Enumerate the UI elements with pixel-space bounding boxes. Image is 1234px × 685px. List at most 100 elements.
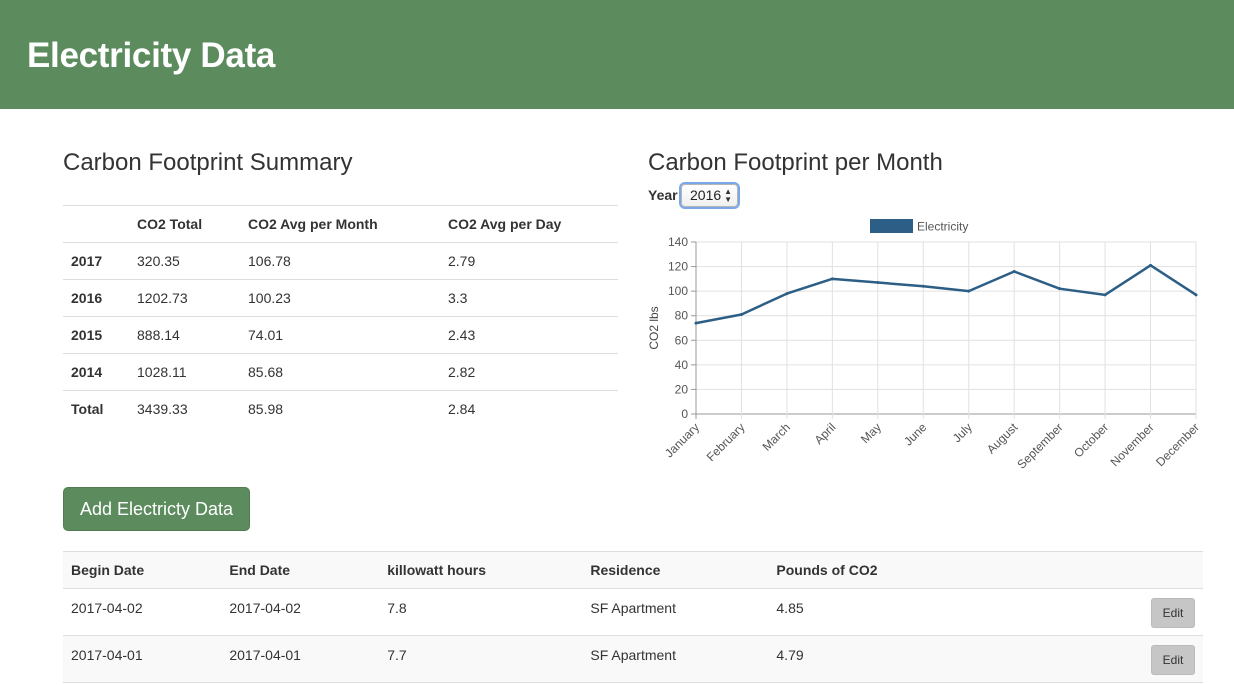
y-tick-label: 20 [675,382,689,396]
summary-row: 2017 320.35 106.78 2.79 [63,243,618,280]
col-kwh: killowatt hours [379,551,583,589]
summary-cell: 2.82 [440,353,618,391]
data-point [1058,287,1062,291]
year-select[interactable]: 2016 ▲ ▼ [681,184,738,207]
year-select-value: 2016 [690,187,722,203]
data-point [1194,293,1198,297]
x-tick-label: May [858,420,884,446]
y-tick-label: 40 [675,358,689,372]
summary-cell: 74.01 [240,316,440,354]
x-tick-label: July [950,420,975,445]
summary-cell: 106.78 [248,253,291,269]
summary-row-label: 2014 [63,353,129,391]
y-tick-label: 0 [681,407,688,421]
data-point [739,312,743,316]
summary-cell: 85.98 [240,390,440,428]
x-tick-label: August [984,420,1021,457]
summary-col-avg-day: CO2 Avg per Day [440,205,618,243]
table-row: 2017-04-01 2017-04-01 7.7 SF Apartment 4… [63,635,1203,683]
page-title: Electricity Data [27,36,276,75]
summary-cell: 1202.73 [129,279,240,317]
data-point [694,321,698,325]
summary-cell: 1028.11 [129,353,240,391]
y-tick-label: 140 [668,235,688,249]
monthly-title: Carbon Footprint per Month [648,149,943,176]
data-point [785,292,789,296]
data-point [921,284,925,288]
summary-cell: 3439.33 [129,390,240,428]
col-end-date: End Date [221,551,380,589]
legend-label: Electricity [917,220,968,234]
data-point [967,289,971,293]
cell-kwh: 7.8 [379,588,583,636]
data-point [876,281,880,285]
y-tick-label: 100 [668,284,688,298]
data-point [1012,269,1016,273]
x-tick-label: January [662,420,702,460]
summary-cell: 320.35 [137,253,180,269]
summary-cell: 2.43 [440,316,618,354]
x-tick-label: September [1014,420,1065,471]
summary-row: 2014 1028.11 85.68 2.82 [63,353,618,391]
summary-cell: 888.14 [129,316,240,354]
summary-row: 2016 1202.73 100.23 3.3 [63,279,618,317]
cell-actions: Edit [975,635,1203,683]
edit-button[interactable]: Edit [1151,598,1195,628]
x-tick-label: June [901,420,930,449]
series-line-electricity [695,264,1197,325]
summary-col-total: CO2 Total [129,205,240,243]
cell-end-date: 2017-04-01 [221,635,380,683]
y-axis-label: CO2 lbs [647,306,661,349]
summary-cell: 2.79 [448,253,476,269]
summary-cell: 85.68 [240,353,440,391]
col-co2: Pounds of CO2 [768,551,975,589]
summary-row: 2015 888.14 74.01 2.43 [63,316,618,354]
cell-co2: 4.85 [768,588,975,636]
cell-begin-date: 2017-04-01 [63,635,222,683]
cell-end-date: 2017-04-02 [221,588,380,636]
x-tick-label: November [1108,420,1157,469]
summary-col-year [63,205,129,243]
edit-button[interactable]: Edit [1151,645,1195,675]
cell-co2: 4.79 [768,635,975,683]
summary-row-label: 2015 [63,316,129,354]
summary-title: Carbon Footprint Summary [63,149,353,176]
summary-row-label: 2017 [71,253,103,269]
year-label: Year [648,187,678,203]
col-actions [975,551,1203,589]
x-tick-label: December [1153,420,1202,469]
cell-kwh: 7.7 [379,635,583,683]
add-electricity-data-button[interactable]: Add Electricty Data [63,487,250,531]
summary-header-row: CO2 Total CO2 Avg per Month CO2 Avg per … [63,205,618,243]
y-tick-label: 120 [668,260,688,274]
x-tick-label: October [1071,420,1111,460]
summary-cell: 100.23 [240,279,440,317]
data-point [830,277,834,281]
data-point [1149,263,1153,267]
x-tick-label: February [704,420,748,464]
y-tick-label: 80 [675,309,689,323]
summary-cell: 3.3 [440,279,618,317]
select-arrows-icon: ▲ ▼ [724,187,732,204]
entries-header-row: Begin Date End Date killowatt hours Resi… [63,551,1203,589]
page-header: Electricity Data [0,0,1234,109]
entries-table: Begin Date End Date killowatt hours Resi… [63,551,1203,683]
col-begin-date: Begin Date [63,551,222,589]
cell-actions: Edit [975,588,1203,636]
co2-line-chart: 0 20 40 60 80 100 120 140 January February March Ap… [647,219,1202,472]
col-residence: Residence [582,551,769,589]
cell-residence: SF Apartment [582,635,769,683]
cell-begin-date: 2017-04-02 [63,588,222,636]
summary-row-label: Total [63,390,129,428]
summary-cell: 2.84 [440,390,618,428]
cell-residence: SF Apartment [582,588,769,636]
x-tick-label: March [760,420,793,453]
table-row: 2017-04-02 2017-04-02 7.8 SF Apartment 4… [63,588,1203,636]
x-tick-label: April [812,420,839,447]
y-tick-label: 60 [675,333,689,347]
data-point [1103,293,1107,297]
summary-col-avg-month: CO2 Avg per Month [240,205,440,243]
legend-swatch [870,219,913,233]
summary-total-row: Total 3439.33 85.98 2.84 [63,390,618,428]
summary-table: CO2 Total CO2 Avg per Month CO2 Avg per … [63,205,618,428]
